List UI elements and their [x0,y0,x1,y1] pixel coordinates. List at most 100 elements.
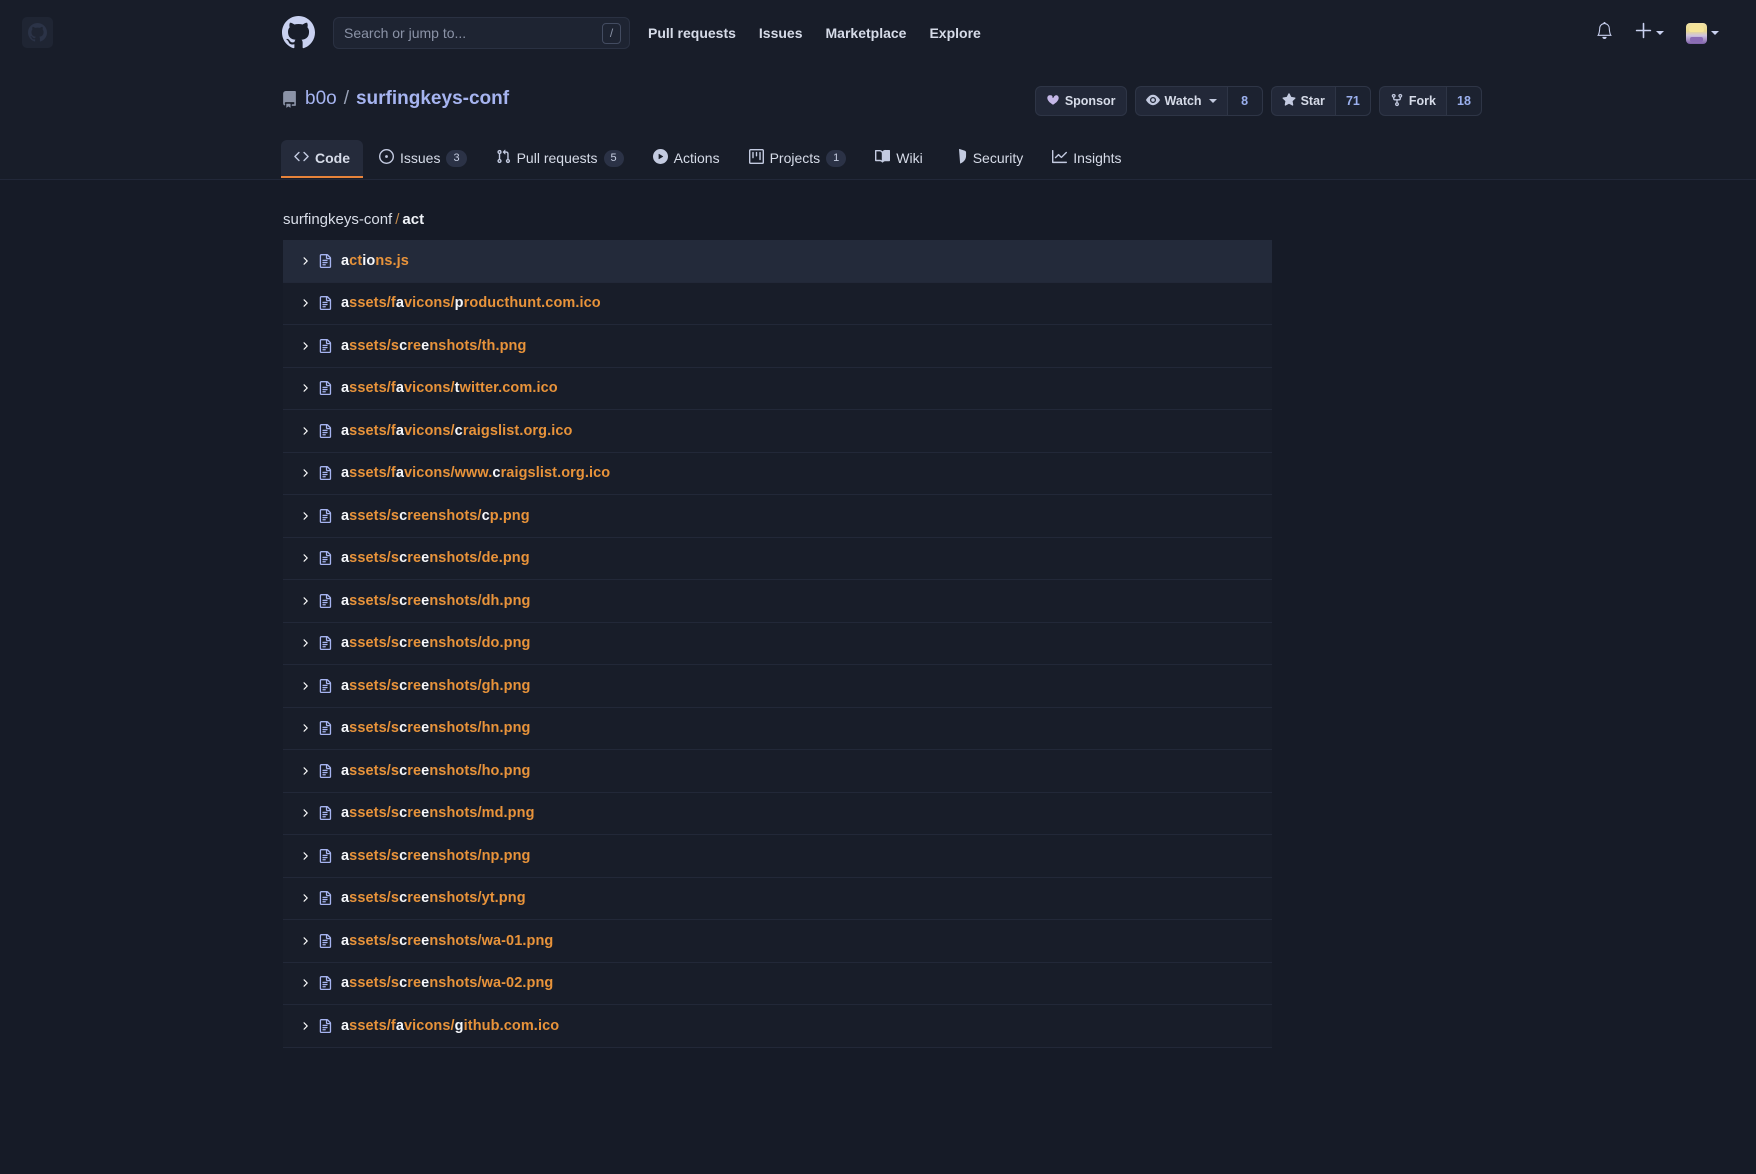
file-icon [318,1018,335,1033]
file-result-row[interactable]: assets/favicons/producthunt.com.ico [283,282,1272,325]
sponsor-button[interactable]: Sponsor [1034,86,1127,116]
chevron-down-icon [1656,31,1664,35]
tab-pull-requests-count: 5 [603,149,624,167]
heart-icon [1046,93,1060,110]
search-input[interactable] [342,24,602,42]
file-icon [318,508,335,523]
file-path-label: assets/screenshots/th.png [341,337,527,354]
file-path-label: assets/favicons/www.craigslist.org.ico [341,465,611,482]
file-icon [318,721,335,736]
file-icon [318,933,335,948]
file-icon [318,551,335,566]
fork-label: Fork [1408,94,1436,108]
global-header: / Pull requests Issues Marketplace Explo… [0,0,1756,66]
sponsor-label: Sponsor [1064,94,1116,108]
file-result-row[interactable]: assets/screenshots/th.png [283,325,1272,368]
file-result-row[interactable]: assets/screenshots/np.png [283,835,1272,878]
tab-security-label: Security [972,150,1024,166]
star-icon [1282,92,1296,110]
nav-marketplace[interactable]: Marketplace [826,25,907,41]
create-new-button[interactable] [1624,22,1675,44]
chevron-right-icon [297,425,313,437]
file-result-row[interactable]: assets/screenshots/wa-01.png [283,920,1272,963]
file-result-row[interactable]: assets/screenshots/de.png [283,537,1272,580]
file-result-row[interactable]: assets/screenshots/yt.png [283,877,1272,920]
file-result-row[interactable]: assets/screenshots/cp.png [283,495,1272,538]
file-result-row[interactable]: assets/favicons/twitter.com.ico [283,367,1272,410]
file-icon [318,593,335,608]
chevron-right-icon [297,850,313,862]
repo-name-link[interactable]: surfingkeys-conf [356,88,509,110]
file-result-row[interactable]: assets/screenshots/wa-02.png [283,962,1272,1005]
file-result-row[interactable]: assets/screenshots/hn.png [283,707,1272,750]
file-path-label: assets/screenshots/md.png [341,805,535,822]
repository-header: b0o / surfingkeys-conf Sponsor Watch 8 S… [0,66,1756,180]
chevron-right-icon [297,382,313,394]
repo-book-icon [281,90,298,108]
breadcrumb-separator: / [395,211,400,228]
file-icon [318,253,335,268]
file-path-label: assets/screenshots/de.png [341,550,530,567]
tab-actions[interactable]: Actions [640,140,733,178]
star-button-group: Star 71 [1270,86,1371,116]
nav-pull-requests[interactable]: Pull requests [648,25,736,41]
file-result-row[interactable]: assets/favicons/github.com.ico [283,1005,1272,1048]
tab-wiki-label: Wiki [896,150,923,166]
file-result-row[interactable]: assets/screenshots/ho.png [283,750,1272,793]
watch-count[interactable]: 8 [1226,86,1263,116]
tab-code[interactable]: Code [281,140,363,178]
tab-projects[interactable]: Projects 1 [736,140,860,178]
breadcrumb-repo: surfingkeys-conf [283,211,393,228]
file-icon [318,891,335,906]
eye-icon [1145,93,1160,110]
repo-owner-link[interactable]: b0o [305,88,337,110]
fork-button[interactable]: Fork [1378,86,1446,116]
file-result-row[interactable]: assets/screenshots/dh.png [283,580,1272,623]
nav-issues[interactable]: Issues [759,25,803,41]
file-icon [318,763,335,778]
star-count[interactable]: 71 [1334,86,1371,116]
file-icon [318,678,335,693]
chevron-down-icon [1208,99,1217,103]
chevron-right-icon [297,297,313,309]
chevron-right-icon [297,680,313,692]
account-menu-button[interactable] [1675,22,1730,44]
fork-button-group: Fork 18 [1378,86,1482,116]
global-header-right [1585,0,1730,66]
chevron-right-icon [297,1020,313,1032]
tab-pull-requests[interactable]: Pull requests 5 [483,140,637,178]
nav-explore[interactable]: Explore [929,25,980,41]
file-result-row[interactable]: actions.js [283,240,1272,283]
star-label: Star [1300,94,1325,108]
file-result-row[interactable]: assets/favicons/craigslist.org.ico [283,410,1272,453]
tab-issues[interactable]: Issues 3 [366,140,480,178]
file-path-label: assets/screenshots/hn.png [341,720,531,737]
star-button[interactable]: Star [1270,86,1335,116]
file-icon [318,848,335,863]
file-path-label: assets/screenshots/cp.png [341,507,530,524]
notifications-button[interactable] [1585,21,1624,44]
global-search-box[interactable]: / [333,17,630,49]
avatar [1686,22,1707,44]
file-result-row[interactable]: assets/favicons/www.craigslist.org.ico [283,452,1272,495]
tab-insights[interactable]: Insights [1039,140,1134,178]
tab-wiki[interactable]: Wiki [862,140,935,178]
file-result-row[interactable]: assets/screenshots/md.png [283,792,1272,835]
fork-count[interactable]: 18 [1446,86,1482,116]
file-icon [318,423,335,438]
chevron-right-icon [297,595,313,607]
watch-button[interactable]: Watch [1134,86,1227,116]
tab-security[interactable]: Security [939,140,1037,178]
tab-projects-label: Projects [769,150,821,166]
tab-insights-label: Insights [1073,150,1122,166]
chevron-right-icon [297,340,313,352]
repo-title-separator: / [343,88,349,109]
chevron-right-icon [297,765,313,777]
chevron-right-icon [297,637,313,649]
file-result-row[interactable]: assets/screenshots/do.png [283,622,1272,665]
github-mark-icon[interactable] [279,13,317,51]
chevron-right-icon [297,892,313,904]
chevron-right-icon [297,552,313,564]
file-result-row[interactable]: assets/screenshots/gh.png [283,665,1272,708]
chevron-right-icon [297,807,313,819]
